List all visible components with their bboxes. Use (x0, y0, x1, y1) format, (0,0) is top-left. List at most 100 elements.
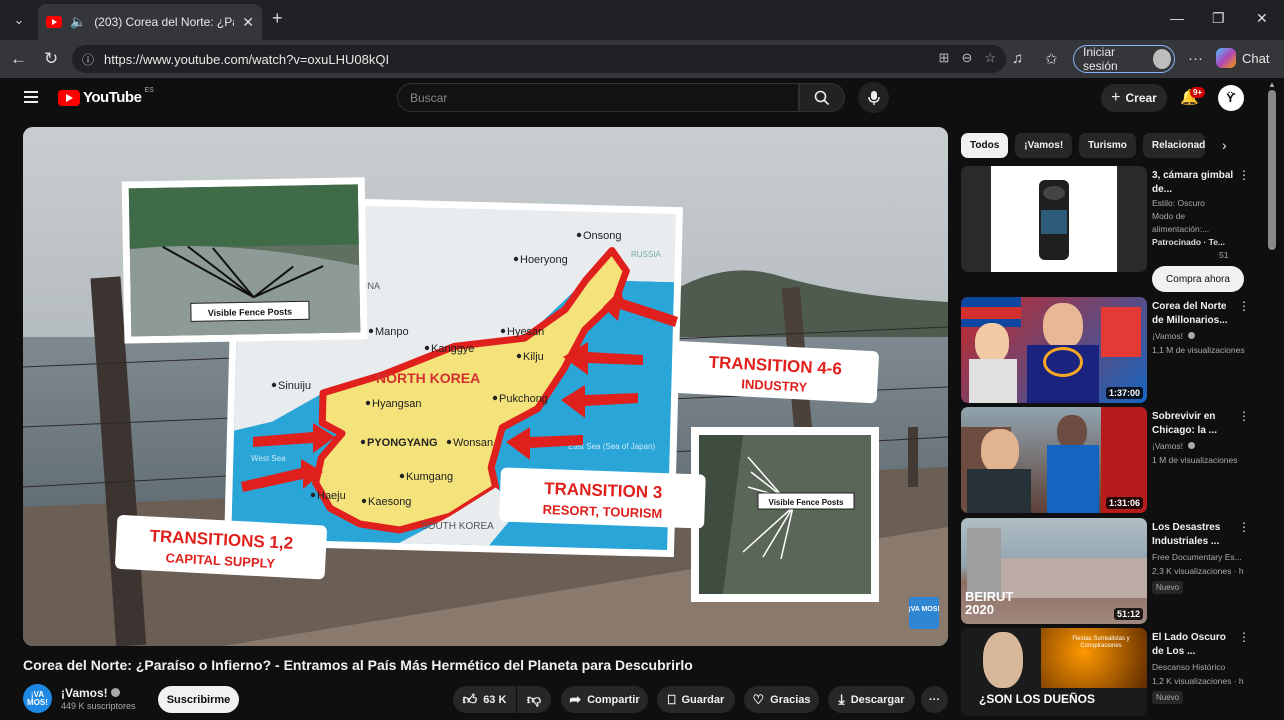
rec-thumbnail[interactable]: 1:37:00 (961, 297, 1147, 403)
save-button[interactable]: ⎕ Guardar (657, 686, 735, 713)
rec-channel[interactable]: ¡Vamos! (1152, 330, 1247, 343)
more-actions-button[interactable]: ··· (921, 686, 948, 713)
sponsored-item[interactable]: 3, cámara gimbal de... Estilo: Oscuro Mo… (961, 166, 1251, 296)
buy-now-button[interactable]: Compra ahora (1152, 266, 1244, 292)
rec-title[interactable]: Corea del Norte de Millonarios... (1152, 300, 1234, 328)
recommendation-item[interactable]: Fiestas Surrealistas y Conspiraciones ¿S… (961, 628, 1251, 718)
rec-views: 1 M de visualizaciones (1152, 455, 1238, 465)
create-label: Crear (1125, 91, 1157, 105)
city-dot (446, 439, 452, 445)
chip-todos[interactable]: Todos (961, 133, 1009, 158)
youtube-logo[interactable]: YouTube ES (58, 87, 154, 106)
rec-thumbnail[interactable]: 1:31:06 (961, 407, 1147, 513)
new-tab-icon[interactable]: + (272, 8, 283, 29)
channel-name-text: ¡Vamos! (61, 686, 108, 700)
city-dot (516, 353, 522, 359)
close-tab-icon[interactable]: ✕ (242, 14, 254, 31)
city-dot (424, 345, 430, 351)
plus-icon: + (1111, 89, 1121, 106)
app-available-icon[interactable]: ⊞ (939, 50, 950, 66)
download-label: Descargar (850, 693, 905, 706)
dislike-button[interactable]: 👎︎ (517, 686, 551, 713)
url-text: https://www.youtube.com/watch?v=oxuLHU08… (104, 51, 390, 67)
rec-channel[interactable]: Free Documentary Es... (1152, 551, 1247, 564)
thanks-button[interactable]: ♡ Gracias (744, 686, 819, 713)
recommendation-item[interactable]: 1:37:00 Corea del Norte de Millonarios..… (961, 297, 1251, 403)
share-label: Compartir (587, 693, 640, 706)
chevron-right-icon[interactable]: › (1222, 137, 1227, 153)
city-label: Sinuiju (278, 380, 311, 392)
rec-title[interactable]: Sobrevivir en Chicago: la ... (1152, 410, 1234, 438)
subscribe-button[interactable]: Suscribirme (158, 686, 239, 713)
subscriber-count: 449 K suscriptores (61, 701, 136, 711)
inset2-label: Visible Fence Posts (769, 498, 845, 507)
rec-thumbnail[interactable]: Fiestas Surrealistas y Conspiraciones ¿S… (961, 628, 1147, 716)
bookmark-icon: ⎕ (667, 691, 676, 707)
favorite-star-icon[interactable]: ☆ (984, 50, 996, 66)
ad-thumbnail[interactable] (961, 166, 1147, 272)
rec-channel[interactable]: ¡Vamos! (1152, 440, 1247, 453)
create-button[interactable]: + Crear (1101, 84, 1167, 112)
more-vertical-icon[interactable]: ⋮ (1238, 168, 1250, 182)
like-button[interactable]: 👍︎ 63 K (453, 686, 516, 713)
close-window-icon[interactable]: ✕ (1256, 10, 1268, 27)
user-avatar[interactable]: ϔ (1218, 85, 1244, 111)
recommendation-item[interactable]: 1:31:06 Sobrevivir en Chicago: la ... ¡V… (961, 407, 1251, 513)
download-button[interactable]: ⤓ Descargar (828, 686, 915, 713)
rec-title[interactable]: El Lado Oscuro de Los ... (1152, 631, 1234, 659)
rec-title[interactable]: 3, cámara gimbal de... (1152, 169, 1234, 197)
youtube-header: YouTube ES Buscar + Crear 🔔 9+ ϔ (0, 78, 1266, 118)
city-label: Wonsan (453, 437, 493, 449)
city-label: Kaesong (368, 496, 411, 508)
search-input[interactable]: Buscar (397, 83, 799, 112)
copilot-chat-button[interactable]: Chat (1216, 48, 1269, 68)
chip-vamos[interactable]: ¡Vamos! (1015, 133, 1073, 158)
site-info-icon[interactable]: ⓘ (82, 51, 94, 68)
rec-title[interactable]: Los Desastres Industriales ... (1152, 521, 1234, 549)
maximize-icon[interactable]: ❐ (1212, 10, 1225, 27)
more-vertical-icon[interactable]: ⋮ (1238, 409, 1250, 423)
search-button[interactable] (799, 83, 845, 112)
signin-button[interactable]: Iniciar sesión (1073, 45, 1175, 73)
tab-title: (203) Corea del Norte: ¿Paraíso (94, 15, 234, 29)
thumbnail-subtext: Fiestas Surrealistas y Conspiraciones (1072, 636, 1130, 649)
more-horizontal-icon: ··· (929, 693, 940, 706)
chip-turismo[interactable]: Turismo (1079, 133, 1136, 158)
city-dot (310, 492, 316, 498)
rec-channel[interactable]: Descanso Histórico (1152, 661, 1247, 674)
speaker-icon[interactable]: 🔈 (70, 14, 86, 30)
scroll-up-icon[interactable]: ▲ (1268, 80, 1276, 89)
thanks-heart-icon: ♡ (752, 691, 765, 707)
tab-list-chevron-icon[interactable]: ⌄ (6, 8, 32, 32)
search-icon (814, 90, 830, 105)
favorites-icon[interactable]: ✩ (1045, 50, 1058, 68)
hamburger-menu-icon[interactable] (24, 91, 38, 103)
microphone-icon (867, 90, 880, 105)
channel-avatar[interactable]: ¡VA MOS! (23, 684, 52, 713)
rec-thumbnail[interactable]: BEIRUT 2020 51:12 (961, 518, 1147, 624)
more-vertical-icon[interactable]: ⋮ (1238, 630, 1250, 644)
video-player[interactable]: NORTH KOREA SOUTH KOREA East Sea (Sea of… (23, 127, 948, 646)
channel-name[interactable]: ¡Vamos! (61, 686, 120, 700)
browser-tab[interactable]: 🔈 (203) Corea del Norte: ¿Paraíso ✕ (38, 4, 262, 40)
city-dot (361, 498, 367, 504)
map-country-label: NORTH KOREA (376, 370, 480, 386)
share-button[interactable]: ➦ Compartir (561, 686, 648, 713)
logo-region: ES (144, 87, 154, 94)
video-duration: 1:31:06 (1105, 497, 1143, 509)
zoom-icon[interactable]: ⊖ (961, 50, 972, 66)
url-field[interactable]: ⓘ https://www.youtube.com/watch?v=oxuLHU… (72, 45, 1006, 73)
recommendation-item[interactable]: BEIRUT 2020 51:12 Los Desastres Industri… (961, 518, 1251, 624)
minimize-icon[interactable]: — (1170, 10, 1184, 26)
more-vertical-icon[interactable]: ⋮ (1238, 299, 1250, 313)
youtube-favicon-icon (46, 16, 62, 28)
voice-search-button[interactable] (858, 82, 889, 113)
back-icon[interactable]: ← (10, 49, 27, 69)
reload-icon[interactable]: ↻ (44, 49, 58, 69)
map-russia-label: RUSSIA (631, 250, 661, 259)
page-scrollbar[interactable] (1268, 90, 1276, 250)
more-vertical-icon[interactable]: ⋮ (1238, 520, 1250, 534)
chip-relacionado[interactable]: Relacionado (1142, 133, 1205, 158)
extensions-icon[interactable]: ♫ (1012, 50, 1023, 67)
more-menu-icon[interactable]: ··· (1188, 50, 1203, 67)
